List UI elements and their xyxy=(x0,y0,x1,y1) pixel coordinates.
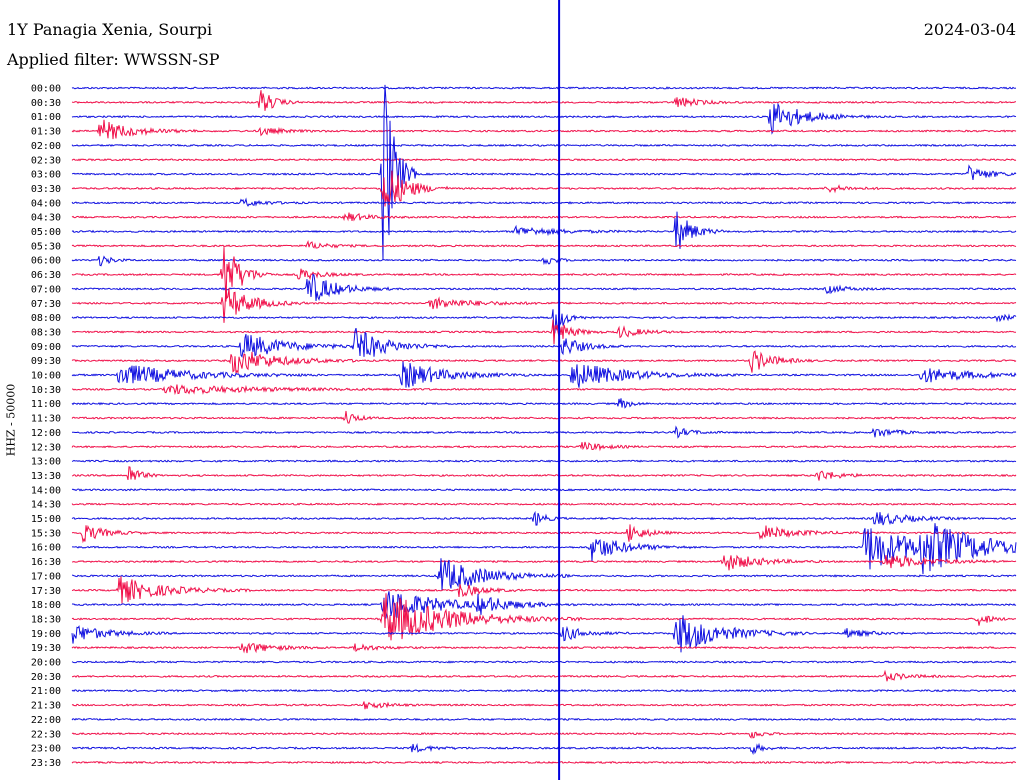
tick-label-1400: 14:00 xyxy=(31,485,61,496)
trace-row-1030 xyxy=(71,384,1017,396)
tick-label-1330: 13:30 xyxy=(31,471,61,482)
trace-row-2000 xyxy=(71,660,1017,664)
trace-row-0630 xyxy=(71,247,1017,302)
tick-label-0600: 06:00 xyxy=(31,256,61,267)
tick-label-0930: 09:30 xyxy=(31,356,61,367)
tick-label-0030: 00:30 xyxy=(31,98,61,109)
trace-row-0830 xyxy=(71,319,1017,345)
tick-label-1700: 17:00 xyxy=(31,571,61,582)
tick-label-1230: 12:30 xyxy=(31,442,61,453)
tick-label-1130: 11:30 xyxy=(31,414,61,425)
tick-label-1900: 19:00 xyxy=(31,629,61,640)
trace-row-1500 xyxy=(71,510,1017,526)
trace-row-0100 xyxy=(71,102,1017,135)
tick-label-1600: 16:00 xyxy=(31,543,61,554)
trace-row-0230 xyxy=(71,158,1017,162)
tick-label-0500: 05:00 xyxy=(31,227,61,238)
trace-row-0300 xyxy=(71,84,1017,261)
trace-row-0430 xyxy=(71,212,1017,222)
tick-label-0430: 04:30 xyxy=(31,213,61,224)
tick-label-0400: 04:00 xyxy=(31,198,61,209)
trace-row-2130 xyxy=(71,701,1017,710)
trace-row-0700 xyxy=(71,273,1017,301)
trace-row-2330 xyxy=(71,760,1017,765)
trace-row-0200 xyxy=(71,143,1017,148)
trace-row-2230 xyxy=(71,731,1017,739)
tick-label-1100: 11:00 xyxy=(31,399,61,410)
trace-row-0400 xyxy=(71,197,1017,207)
tick-label-0530: 05:30 xyxy=(31,241,61,252)
tick-label-2230: 22:30 xyxy=(31,729,61,740)
tick-label-1730: 17:30 xyxy=(31,586,61,597)
trace-row-1330 xyxy=(71,466,1017,481)
trace-row-2100 xyxy=(71,689,1017,693)
trace-row-0600 xyxy=(71,255,1017,267)
tick-label-0830: 08:30 xyxy=(31,327,61,338)
trace-row-1130 xyxy=(71,410,1017,424)
trace-row-2030 xyxy=(71,669,1017,682)
tick-label-1930: 19:30 xyxy=(31,643,61,654)
tick-label-0800: 08:00 xyxy=(31,313,61,324)
tick-label-2100: 21:00 xyxy=(31,686,61,697)
tick-label-0700: 07:00 xyxy=(31,284,61,295)
trace-row-1300 xyxy=(71,459,1017,463)
tick-label-1830: 18:30 xyxy=(31,614,61,625)
trace-row-1630 xyxy=(71,554,1017,571)
tick-label-1300: 13:00 xyxy=(31,457,61,468)
tick-label-0200: 02:00 xyxy=(31,141,61,152)
trace-row-2200 xyxy=(71,717,1017,722)
tick-label-0000: 00:00 xyxy=(31,84,61,95)
tick-label-1500: 15:00 xyxy=(31,514,61,525)
tick-label-1630: 16:30 xyxy=(31,557,61,568)
helicorder-plot: 00:00 00:30 01:00 01:30 02:00 02:30 03:00 03:30… xyxy=(31,0,1017,780)
tick-label-1430: 14:30 xyxy=(31,500,61,511)
tick-label-1030: 10:30 xyxy=(31,385,61,396)
tick-label-0300: 03:00 xyxy=(31,170,61,181)
trace-row-1200 xyxy=(72,425,1017,439)
tick-label-2330: 23:30 xyxy=(31,758,61,769)
trace-row-0030 xyxy=(71,90,1016,111)
trace-row-1530 xyxy=(71,524,1017,544)
tick-label-2000: 20:00 xyxy=(31,658,61,669)
tick-label-1800: 18:00 xyxy=(31,600,61,611)
trace-row-0530 xyxy=(71,240,1017,249)
trace-row-1400 xyxy=(71,488,1017,492)
tick-label-0130: 01:30 xyxy=(31,127,61,138)
trace-row-0330 xyxy=(71,170,1017,207)
tick-label-2200: 22:00 xyxy=(31,715,61,726)
trace-row-0130 xyxy=(71,119,1017,140)
tick-label-0900: 09:00 xyxy=(31,342,61,353)
trace-row-2300 xyxy=(71,742,1017,756)
tick-label-1000: 10:00 xyxy=(31,371,61,382)
time-axis-labels: 00:00 00:30 01:00 01:30 02:00 02:30 03:00 03:30… xyxy=(31,84,61,769)
trace-row-1230 xyxy=(71,441,1017,452)
tick-label-2030: 20:30 xyxy=(31,672,61,683)
tick-label-0100: 01:00 xyxy=(31,112,61,123)
trace-row-1600 xyxy=(72,523,1017,575)
tick-label-2130: 21:30 xyxy=(31,701,61,712)
trace-group xyxy=(71,84,1017,765)
tick-label-0730: 07:30 xyxy=(31,299,61,310)
tick-label-0230: 02:30 xyxy=(31,155,61,166)
tick-label-0330: 03:30 xyxy=(31,184,61,195)
tick-label-0630: 06:30 xyxy=(31,270,61,281)
trace-row-1700 xyxy=(71,558,1017,591)
tick-label-1200: 12:00 xyxy=(31,428,61,439)
trace-row-1430 xyxy=(71,502,1017,506)
trace-row-1930 xyxy=(71,642,1017,654)
trace-row-1000 xyxy=(71,361,1017,388)
tick-label-1530: 15:30 xyxy=(31,528,61,539)
trace-row-1800 xyxy=(71,591,1017,619)
trace-row-1730 xyxy=(71,576,1017,604)
tick-label-2300: 23:00 xyxy=(31,744,61,755)
trace-row-0000 xyxy=(71,86,1017,90)
trace-row-0930 xyxy=(71,350,1017,375)
trace-row-1100 xyxy=(71,398,1017,409)
